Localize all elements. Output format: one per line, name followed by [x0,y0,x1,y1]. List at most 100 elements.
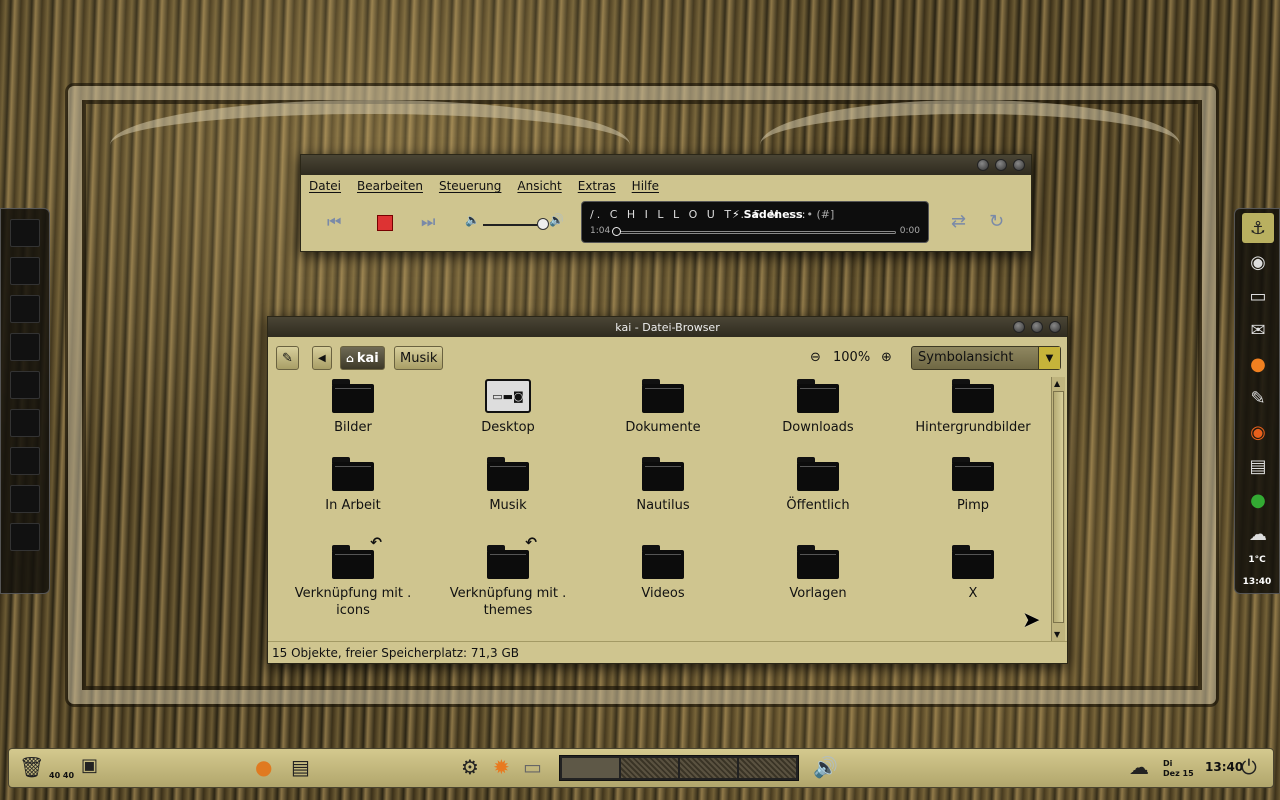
folder-label: Öffentlich [786,498,850,513]
zoom-out-icon[interactable]: ⊖ [810,350,821,365]
close-button[interactable] [1013,159,1025,171]
volume-icon[interactable]: 🔊 [813,755,838,779]
power-icon[interactable]: ⏻ [1241,755,1257,779]
folder-item[interactable]: Musik [433,457,583,514]
anchor-icon[interactable]: ⚓ [1242,213,1274,243]
bird-icon[interactable]: ● [1242,349,1274,379]
folder-icon [642,545,684,579]
seek-bar[interactable] [614,231,896,234]
panel-date-value: Dez 15 [1163,769,1194,778]
folder-label: Desktop [481,420,535,435]
camera-icon[interactable]: ◉ [1242,247,1274,277]
file-browser-window: kai - Datei-Browser ✎ ◀ ⌂ kai Musik ⊖ 10… [267,316,1068,664]
dock-slot[interactable] [10,333,40,361]
mail-icon[interactable]: ✉ [1242,315,1274,345]
minimize-button[interactable] [1013,321,1025,333]
dock-slot[interactable] [10,485,40,513]
folder-item[interactable]: ↶ Verknüpfung mit . icons [278,535,428,619]
folder-item[interactable]: Hintergrundbilder [898,379,1048,436]
dock-slot[interactable] [10,371,40,399]
previous-icon[interactable]: ⏮ [327,212,341,232]
path-button-musik[interactable]: Musik [394,346,444,370]
maximize-button[interactable] [1031,321,1043,333]
bird-icon[interactable]: ● [255,755,272,779]
menu-bearbeiten[interactable]: Bearbeiten [357,179,423,193]
folder-item[interactable]: Bilder [278,379,428,436]
scroll-up-icon[interactable]: ▲ [1054,379,1060,388]
storage-icon[interactable]: ▤ [291,755,310,779]
folder-item[interactable]: ▭▬◙ Desktop [433,379,583,436]
status-led-icon[interactable]: ● [1242,485,1274,515]
folder-item[interactable]: Nautilus [588,457,738,514]
dock-slot[interactable] [10,219,40,247]
maximize-button[interactable] [995,159,1007,171]
edit-location-button[interactable]: ✎ [276,346,299,370]
folder-label: X [968,586,978,601]
cpu-monitor[interactable]: 40 40 [49,771,74,780]
keyboard-icon[interactable]: ▭ [523,755,542,779]
storage-icon[interactable]: ▤ [1242,451,1274,481]
menu-hilfe[interactable]: Hilfe [632,179,659,193]
chevron-down-icon: ▼ [1038,347,1060,369]
folder-item[interactable]: Videos [588,545,738,602]
workspace-1[interactable] [562,758,619,778]
next-icon[interactable]: ⏭ [421,212,435,232]
minimize-button[interactable] [977,159,989,171]
workspace-2[interactable] [621,758,678,778]
workspace-4[interactable] [739,758,796,778]
trash-icon[interactable]: 🗑 [19,755,44,779]
menu-steuerung[interactable]: Steuerung [439,179,501,193]
volume-slider-handle[interactable] [537,218,549,230]
menu-ansicht[interactable]: Ansicht [517,179,561,193]
folder-item[interactable]: ↶ Verknüpfung mit . themes [433,535,583,619]
pencil-icon: ✎ [282,350,293,366]
folder-link-icon: ↶ [332,535,382,579]
dock-slot[interactable] [10,409,40,437]
volume-slider[interactable] [483,224,545,226]
folder-item[interactable]: Dokumente [588,379,738,436]
folder-label: Pimp [956,498,990,513]
zoom-in-icon[interactable]: ⊕ [881,350,892,365]
dock-slot[interactable] [10,447,40,475]
folder-item[interactable]: Downloads [743,379,893,436]
seek-handle[interactable] [612,227,621,236]
weather-icon[interactable]: ☁ [1129,755,1149,779]
close-button[interactable] [1049,321,1061,333]
folder-item[interactable]: In Arbeit [278,457,428,514]
dock-slot[interactable] [10,257,40,285]
vertical-scrollbar[interactable]: ▲ ▼ [1051,377,1065,641]
player-titlebar[interactable] [301,155,1031,175]
folder-item[interactable]: Pimp [898,457,1048,514]
workspace-switcher[interactable] [559,755,799,781]
back-button[interactable]: ◀ [312,346,332,370]
menu-datei[interactable]: Datei [309,179,341,193]
view-mode-select[interactable]: Symbolansicht ▼ [911,346,1061,370]
scrollbar-thumb[interactable] [1053,391,1064,623]
panel-clock[interactable]: 13:40 [1205,760,1243,774]
monitor-icon[interactable]: ▭ [1242,281,1274,311]
folder-item[interactable]: Öffentlich [743,457,893,514]
ubuntu-icon[interactable]: ⚙ [461,755,479,779]
scroll-down-icon[interactable]: ▼ [1054,630,1060,639]
window-title: kai - Datei-Browser [615,320,720,334]
menu-extras[interactable]: Extras [578,179,616,193]
dock-slot[interactable] [10,295,40,323]
path-button-home[interactable]: ⌂ kai [340,346,385,370]
player-controls: ⏮ ⏭ 🔈 🔊 /. C H I L L O U T . F M ::: ⚡ S… [301,197,1031,251]
flame-icon[interactable]: ✹ [493,755,510,779]
dock-slot[interactable] [10,523,40,551]
shuffle-icon[interactable]: ⇄ [951,211,966,232]
folder-label: Videos [641,586,685,601]
folder-icon [952,457,994,491]
folder-item[interactable]: Vorlagen [743,545,893,602]
zoom-level: 100% [833,350,871,365]
browser-titlebar[interactable]: kai - Datei-Browser [268,317,1067,337]
gimp-icon[interactable]: ✎ [1242,383,1274,413]
volume-high-icon: 🔊 [549,213,564,227]
system-monitor-icon[interactable]: ▣ [81,755,98,776]
firefox-icon[interactable]: ◉ [1242,417,1274,447]
folder-item[interactable]: X [898,545,1048,602]
repeat-icon[interactable]: ↻ [989,211,1004,232]
workspace-3[interactable] [680,758,737,778]
stop-button[interactable] [377,215,393,231]
